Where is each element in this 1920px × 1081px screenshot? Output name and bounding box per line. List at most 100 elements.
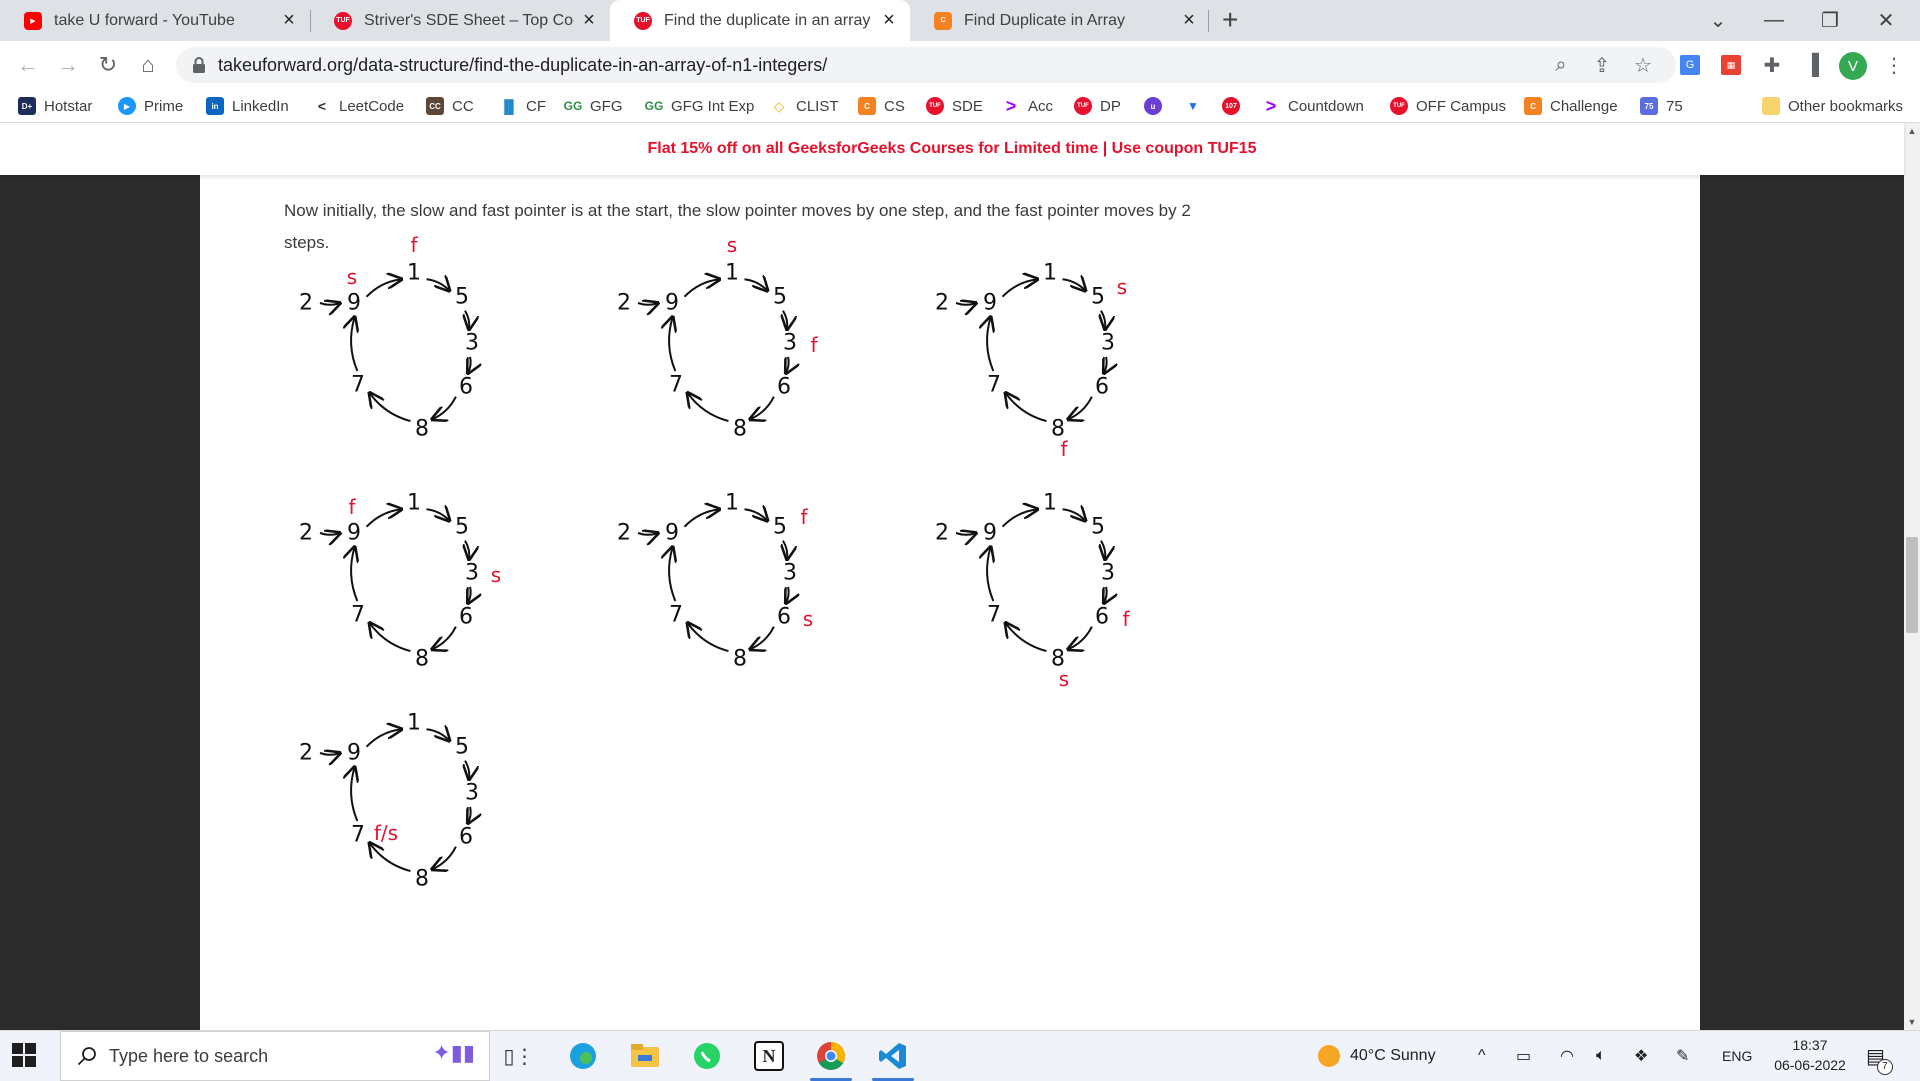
bookmark-linkedin[interactable]: in LinkedIn — [206, 90, 289, 122]
new-tab-button[interactable]: + — [1222, 4, 1238, 36]
bookmark-clist[interactable]: ◇ CLIST — [770, 90, 839, 122]
reload-button[interactable]: ↻ — [92, 49, 124, 81]
forward-button[interactable]: → — [52, 49, 84, 81]
chrome-icon[interactable] — [806, 1037, 856, 1081]
scroll-down-icon[interactable]: ▼ — [1904, 1014, 1920, 1030]
edge-icon[interactable] — [558, 1037, 608, 1075]
scroll-thumb[interactable] — [1906, 537, 1918, 633]
extension-icon[interactable]: ▦ — [1717, 51, 1745, 79]
cycle-arrow — [1001, 509, 1038, 528]
promo-banner[interactable]: Flat 15% off on all GeeksforGeeks Course… — [0, 123, 1904, 175]
scroll-up-icon[interactable]: ▲ — [1904, 123, 1920, 139]
pointer-label: f/s — [374, 821, 398, 845]
bookmark-cs[interactable]: C CS — [858, 90, 905, 122]
extensions-puzzle-icon[interactable]: ✚ — [1758, 51, 1786, 79]
notification-center-icon[interactable]: ▤ 7 — [1866, 1031, 1893, 1081]
bookmark-prime[interactable]: ▶ Prime — [118, 90, 183, 122]
promo-text[interactable]: Flat 15% off on all GeeksforGeeks Course… — [647, 140, 1256, 158]
tab-find-duplicate[interactable]: TUF Find the duplicate in an array of N … — [610, 0, 910, 41]
bookmark-dp[interactable]: TUF DP — [1074, 90, 1121, 122]
close-tab-icon[interactable]: × — [874, 9, 904, 32]
tab-sde-sheet[interactable]: TUF Striver's SDE Sheet – Top Coding × — [310, 0, 610, 41]
translate-extension-icon[interactable]: G — [1676, 51, 1704, 79]
dropbox-icon[interactable]: ❖ — [1634, 1031, 1648, 1081]
windows-start-icon[interactable] — [12, 1043, 36, 1067]
bookmark-75[interactable]: 75 75 — [1640, 90, 1683, 122]
close-tab-icon[interactable]: × — [574, 9, 604, 32]
bookmark-cf[interactable]: ▐▌ CF — [500, 90, 546, 122]
menu-kebab-icon[interactable]: ⋮ — [1880, 51, 1908, 79]
cycle-panel: 2 9 1 5 3 6 8 7 — [299, 491, 479, 672]
share-icon[interactable]: ⇪ — [1588, 51, 1616, 79]
minimize-button[interactable]: — — [1746, 0, 1802, 41]
bookmark-label: Challenge — [1550, 97, 1618, 115]
list-node: 1 — [1043, 491, 1057, 516]
list-node-entry: 2 — [935, 291, 949, 316]
bookmark-label: Countdown — [1288, 97, 1364, 115]
entry-arrow — [319, 303, 340, 305]
bookmark-countdown[interactable]: > Countdown — [1262, 90, 1364, 122]
list-node: 6 — [777, 375, 791, 400]
task-view-icon[interactable]: ▯⋮ — [494, 1037, 544, 1075]
show-hidden-icons[interactable]: ^ — [1478, 1031, 1486, 1081]
tab-divider — [1208, 10, 1209, 32]
system-clock[interactable]: 18:37 06-06-2022 — [1765, 1035, 1855, 1075]
folder-icon — [1762, 97, 1780, 115]
bookmark-blue[interactable]: ▼ — [1184, 90, 1210, 122]
cycle-arrow — [1068, 396, 1093, 420]
list-node: 9 — [665, 291, 679, 316]
wifi-icon[interactable]: ◠ — [1560, 1031, 1574, 1081]
tab-youtube[interactable]: ▶ take U forward - YouTube × — [0, 0, 310, 41]
bookmark-sde[interactable]: TUF SDE — [926, 90, 983, 122]
close-tab-icon[interactable]: × — [274, 9, 304, 32]
tab-search-icon[interactable]: ⌄ — [1690, 0, 1746, 41]
bookmark-challenge[interactable]: C Challenge — [1524, 90, 1618, 122]
bookmark-label: CS — [884, 97, 905, 115]
zoom-icon[interactable]: ⌕ — [1547, 51, 1575, 79]
tab-codestudio[interactable]: C Find Duplicate in Array × — [910, 0, 1210, 41]
pen-icon[interactable]: ✎ — [1676, 1031, 1689, 1081]
battery-icon[interactable]: ▭ — [1516, 1031, 1531, 1081]
url-text[interactable]: takeuforward.org/data-structure/find-the… — [218, 55, 827, 76]
cycle-arrow — [750, 396, 775, 420]
bookmark-hotstar[interactable]: D+ Hotstar — [18, 90, 92, 122]
cycle-diagram: 2 9 1 5 3 6 8 7 s f 2 9 1 5 3 6 8 7 s f 2 9 1 5 3 6 8 7 s f 2 9 1 5 3 6 8 7 f s… — [299, 233, 1130, 892]
bookmark-leetcode[interactable]: < LeetCode — [313, 90, 404, 122]
bookmark-unacademy[interactable]: u — [1144, 90, 1170, 122]
close-tab-icon[interactable]: × — [1174, 9, 1204, 32]
bookmark-label: GFG Int Exp — [671, 97, 755, 115]
bookmark-acc[interactable]: > Acc — [1002, 90, 1053, 122]
home-button[interactable]: ⌂ — [132, 49, 164, 81]
volume-icon[interactable]: 🔈︎ — [1596, 1031, 1606, 1081]
taskbar-search-box[interactable]: Type here to search ✦▮▮ — [60, 1031, 490, 1081]
list-node: 9 — [347, 291, 361, 316]
lock-icon[interactable] — [190, 56, 208, 74]
close-window-button[interactable]: ✕ — [1858, 0, 1914, 41]
vscode-icon[interactable] — [868, 1037, 918, 1081]
back-button[interactable]: ← — [12, 49, 44, 81]
page-scrollbar[interactable]: ▲ ▼ — [1904, 123, 1920, 1030]
bookmark-label: LinkedIn — [232, 97, 289, 115]
bookmark-label: DP — [1100, 97, 1121, 115]
language-indicator[interactable]: ENG — [1722, 1031, 1752, 1081]
file-explorer-icon[interactable] — [620, 1037, 670, 1075]
list-node: 6 — [1095, 375, 1109, 400]
profile-avatar[interactable]: V — [1839, 52, 1867, 80]
restore-button[interactable]: ❐ — [1802, 0, 1858, 41]
whatsapp-icon[interactable] — [682, 1037, 732, 1075]
bookmark-gfg-int-exp[interactable]: GG GFG Int Exp — [645, 90, 755, 122]
list-node: 3 — [1101, 331, 1115, 356]
bookmark-star-icon[interactable]: ☆ — [1629, 51, 1657, 79]
notion-icon[interactable]: N — [744, 1037, 794, 1075]
address-bar[interactable]: takeuforward.org/data-structure/find-the… — [176, 47, 1676, 83]
bookmark-cc[interactable]: CC CC — [426, 90, 474, 122]
side-panel-icon[interactable]: ▐ — [1798, 51, 1826, 79]
bookmark-off-campus[interactable]: TUF OFF Campus — [1390, 90, 1506, 122]
weather-widget[interactable]: 40°C Sunny — [1318, 1031, 1436, 1081]
bookmark-gfg[interactable]: GG GFG — [564, 90, 623, 122]
bookmark-other[interactable]: Other bookmarks — [1762, 90, 1903, 122]
entry-arrow — [637, 533, 658, 535]
pointer-label: f — [410, 233, 418, 257]
bookmark-badge[interactable]: 107 — [1222, 90, 1248, 122]
cycle-arrow — [465, 310, 469, 330]
